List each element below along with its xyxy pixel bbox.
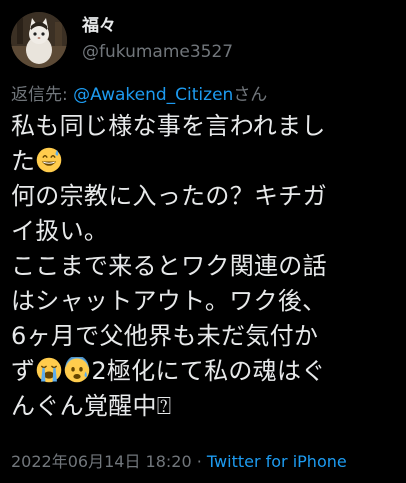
user-handle[interactable]: @fukumame3527 [82,38,233,66]
reply-mention-link[interactable]: @Awakend_Citizen [73,85,233,105]
meta-separator: · [191,452,207,471]
tweet-line-text: 2極化にて私の魂はぐ [91,357,326,385]
display-name[interactable]: 福々 [82,14,233,38]
tweet-line: ここまで来るとワク関連の話 [11,252,327,280]
grinning-face-with-sweat-icon [37,147,62,173]
tweet: 福々 @fukumame3527 返信先: @Awakend_Citizenさん… [0,0,406,483]
tweet-line: 何の宗教に入ったの？キチガ [11,182,327,210]
avatar[interactable] [11,12,67,68]
tweet-line: んぐん覚醒中⍰ [11,392,172,420]
reply-suffix: さん [233,85,268,105]
tweet-text: 私も同じ様な事を言われまし た 何の宗教に入ったの？キチガ イ扱い。 ここまで来… [11,109,397,424]
loudly-crying-face-icon [37,357,62,383]
tweet-line-text: ず [11,357,36,385]
reply-to-line: 返信先: @Awakend_Citizenさん [11,84,267,106]
anxious-face-with-sweat-icon [65,357,90,383]
tweet-line: 私も同じ様な事を言われまし [11,112,326,140]
timestamp[interactable]: 2022年06月14日 18:20 [11,452,192,471]
tweet-line: ず 2極化にて私の魂はぐ [11,354,397,389]
tweet-line: 6ヶ月で父他界も未だ気付か [11,322,319,350]
tweet-line: た [11,144,397,179]
tweet-header: 福々 @fukumame3527 [10,6,396,76]
tweet-line: はシャットアウト。ワク後、 [11,287,327,315]
tweet-line-text: た [11,147,36,175]
tweet-meta: 2022年06月14日 18:20 · Twitter for iPhone [11,451,347,473]
cat-avatar-icon [11,12,67,68]
user-names: 福々 @fukumame3527 [82,14,233,66]
source-link[interactable]: Twitter for iPhone [207,452,347,471]
tweet-line: イ扱い。 [11,217,109,245]
reply-prefix: 返信先: [11,85,74,105]
